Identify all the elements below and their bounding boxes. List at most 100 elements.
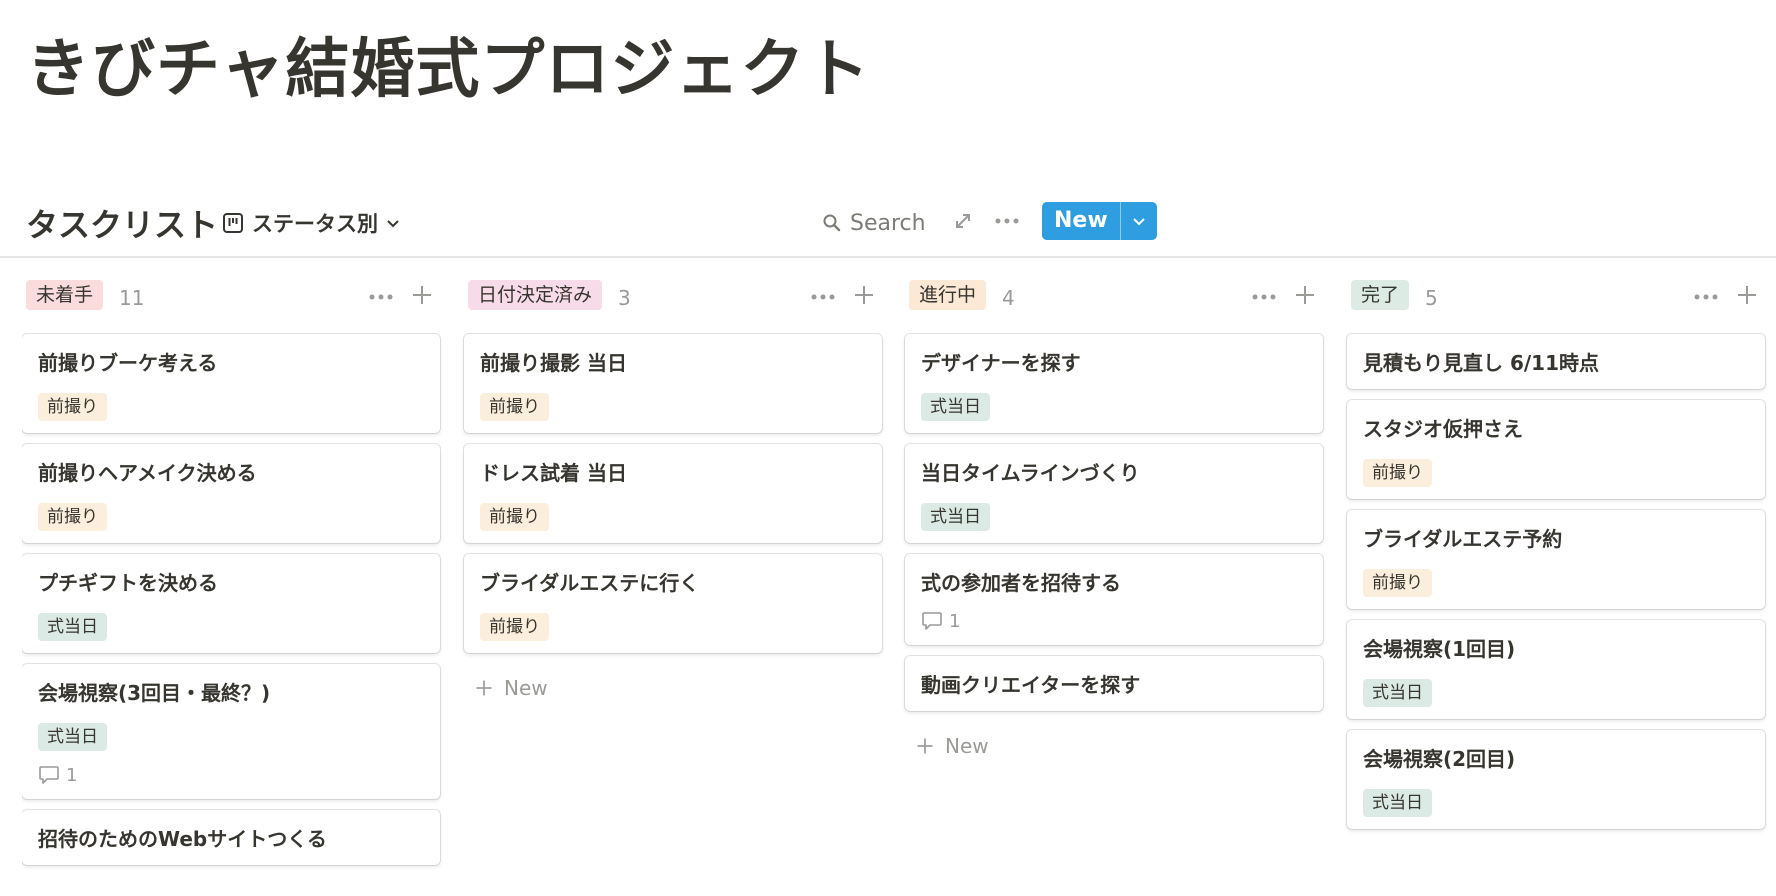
add-card-icon[interactable] [1735, 283, 1759, 307]
column-header: 完了 5 [1347, 276, 1765, 312]
task-card[interactable]: 前撮りブーケ考える前撮り [22, 334, 440, 433]
add-card-icon[interactable] [1293, 283, 1317, 307]
card-title: スタジオ仮押さえ [1363, 417, 1523, 441]
new-dropdown-button[interactable] [1119, 202, 1157, 240]
comment-indicator: 1 [38, 763, 424, 787]
task-card[interactable]: 式の参加者を招待する 1 [905, 554, 1323, 645]
task-card[interactable]: 見積もり見直し 6/11時点 [1347, 334, 1765, 389]
status-label[interactable]: 日付決定済み [468, 280, 603, 310]
tag-badge: 前撮り [1363, 459, 1432, 487]
board-column: 進行中 4 デザイナーを探す 式当日 当日タイムラインづくり 式当日 式の参加者を招待する 1… [905, 276, 1323, 770]
task-card[interactable]: ブライダルエステ予約前撮り [1347, 510, 1765, 609]
tag-badge: 前撮り [38, 503, 107, 531]
status-label[interactable]: 完了 [1351, 280, 1410, 310]
expand-icon[interactable] [952, 210, 974, 232]
task-card[interactable]: 招待のためのWebサイトつくる [22, 810, 440, 865]
search-icon [823, 214, 841, 232]
card-title: 動画クリエイターを探す [921, 673, 1141, 697]
board-column: 日付決定済み 3 前撮り撮影 当日 前撮り ドレス試着 当日 前撮り ブライダルエステに行く… [464, 276, 882, 712]
column-more-icon[interactable] [368, 286, 394, 308]
add-new-label: New [504, 676, 548, 700]
card-title: ブライダルエステ予約 [1363, 527, 1563, 551]
card-title: 式の参加者を招待する [921, 571, 1121, 595]
card-title: 前撮りブーケ考える [38, 351, 218, 375]
task-card[interactable]: ブライダルエステに行く前撮り [464, 554, 882, 653]
task-card[interactable]: 会場視察(1回目) 式当日 [1347, 620, 1765, 719]
board-column: 完了 5 見積もり見直し 6/11時点 スタジオ仮押さえ 前撮り ブライダルエステ予約 前撮… [1347, 276, 1765, 840]
column-more-icon[interactable] [1693, 286, 1719, 308]
task-card[interactable]: 前撮り撮影 当日前撮り [464, 334, 882, 433]
column-count: 3 [618, 286, 631, 310]
column-count: 11 [119, 286, 145, 310]
card-title: 見積もり見直し 6/11時点 [1363, 351, 1600, 375]
tag-badge: 前撮り [480, 393, 549, 421]
card-title: 前撮りヘアメイク決める [38, 461, 257, 485]
more-options-icon[interactable] [994, 210, 1020, 232]
add-new-card-button[interactable]: New [464, 664, 882, 712]
kanban-board: 未着手 11 前撮りブーケ考える 前撮り 前撮りヘアメイク決める 前撮り プチギフトを決める… [22, 276, 1776, 896]
card-title: 招待のためのWebサイトつくる [38, 827, 327, 851]
column-count: 4 [1002, 286, 1015, 310]
tag-badge: 前撮り [480, 613, 549, 641]
card-title: 当日タイムラインづくり [921, 461, 1140, 485]
add-new-label: New [945, 734, 989, 758]
column-header: 日付決定済み 3 [464, 276, 882, 312]
search-label: Search [850, 210, 926, 236]
task-card[interactable]: 前撮りヘアメイク決める前撮り [22, 444, 440, 543]
task-card[interactable]: ドレス試着 当日前撮り [464, 444, 882, 543]
tag-badge: 前撮り [38, 393, 107, 421]
comment-count: 1 [949, 610, 961, 632]
card-title: 会場視察(1回目) [1363, 637, 1516, 661]
tag-badge: 式当日 [38, 723, 107, 751]
tag-badge: 前撮り [480, 503, 549, 531]
column-header: 未着手 11 [22, 276, 440, 312]
card-title: 会場視察(3回目・最終？) [38, 681, 271, 705]
tag-badge: 式当日 [921, 393, 990, 421]
comment-icon [39, 766, 59, 784]
page-title[interactable]: きびチャ結婚式プロジェクト [26, 18, 870, 110]
view-switcher[interactable]: ステータス別 [222, 208, 400, 238]
card-title: 前撮り撮影 当日 [480, 351, 627, 375]
database-title[interactable]: タスクリスト [26, 200, 218, 246]
plus-icon [917, 738, 933, 754]
chevron-down-icon [1132, 218, 1145, 226]
column-count: 5 [1425, 286, 1438, 310]
comment-icon [922, 612, 942, 630]
tag-badge: 式当日 [1363, 789, 1432, 817]
new-button-group: New [1042, 202, 1157, 240]
task-card[interactable]: 会場視察(2回目) 式当日 [1347, 730, 1765, 829]
board-column: 未着手 11 前撮りブーケ考える 前撮り 前撮りヘアメイク決める 前撮り プチギフトを決める… [22, 276, 440, 876]
task-card[interactable]: 当日タイムラインづくり式当日 [905, 444, 1323, 543]
task-card[interactable]: プチギフトを決める式当日 [22, 554, 440, 653]
add-card-icon[interactable] [410, 283, 434, 307]
column-more-icon[interactable] [810, 286, 836, 308]
card-title: ブライダルエステに行く [480, 571, 700, 595]
tag-badge: 前撮り [1363, 569, 1432, 597]
tag-badge: 式当日 [1363, 679, 1432, 707]
comment-count: 1 [66, 764, 78, 786]
task-card[interactable]: 会場視察(3回目・最終？) 式当日 1 [22, 664, 440, 799]
plus-icon [476, 680, 492, 696]
tag-badge: 式当日 [38, 613, 107, 641]
status-label[interactable]: 未着手 [26, 280, 104, 310]
add-new-card-button[interactable]: New [905, 722, 1323, 770]
status-label[interactable]: 進行中 [909, 280, 987, 310]
column-more-icon[interactable] [1251, 286, 1277, 308]
chevron-down-icon [387, 220, 399, 228]
search-button[interactable]: Search [822, 208, 926, 238]
database-toolbar: タスクリスト ステータス別 Search New [0, 196, 1776, 258]
card-title: 会場視察(2回目) [1363, 747, 1516, 771]
column-header: 進行中 4 [905, 276, 1323, 312]
board-view-icon [223, 213, 243, 233]
task-card[interactable]: 動画クリエイターを探す [905, 656, 1323, 711]
card-title: ドレス試着 当日 [480, 461, 627, 485]
task-card[interactable]: デザイナーを探す式当日 [905, 334, 1323, 433]
new-button[interactable]: New [1042, 202, 1120, 240]
tag-badge: 式当日 [921, 503, 990, 531]
add-card-icon[interactable] [852, 283, 876, 307]
comment-indicator: 1 [921, 609, 1307, 633]
view-label: ステータス別 [252, 212, 378, 236]
card-title: デザイナーを探す [921, 351, 1081, 375]
card-title: プチギフトを決める [38, 571, 218, 595]
task-card[interactable]: スタジオ仮押さえ前撮り [1347, 400, 1765, 499]
